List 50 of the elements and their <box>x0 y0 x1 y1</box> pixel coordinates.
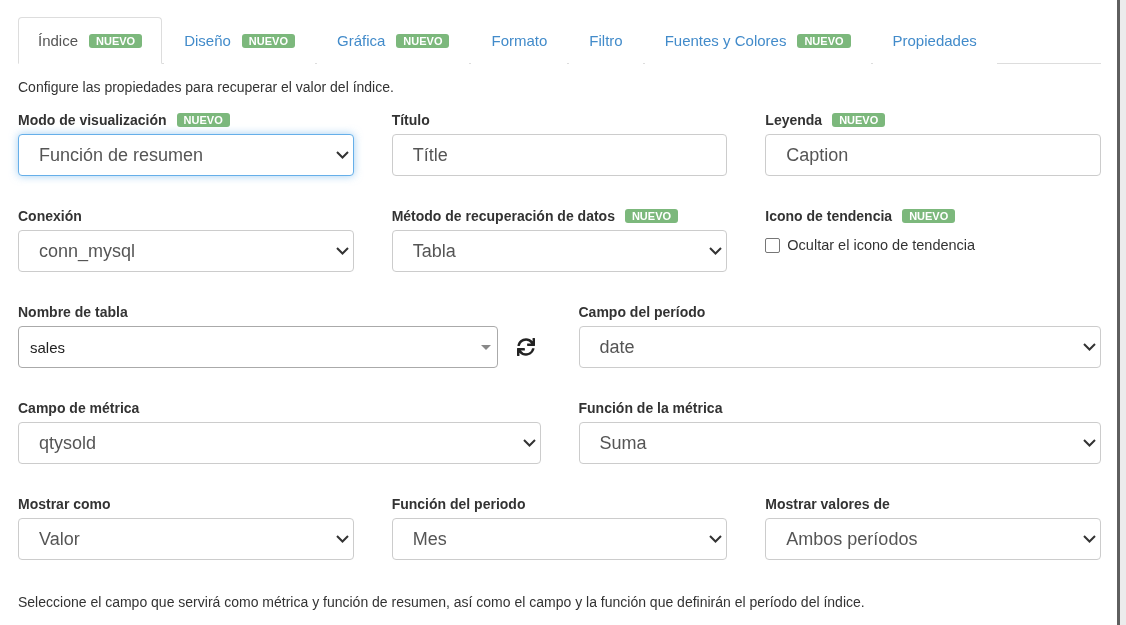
scrollbar[interactable] <box>1117 0 1126 625</box>
badge: NUEVO <box>396 33 450 48</box>
field-label: Campo del período <box>578 304 706 320</box>
field-label: Leyenda <box>765 112 823 128</box>
select-field[interactable]: conn_mysql <box>18 230 354 272</box>
field-label: Modo de visualización <box>18 112 167 128</box>
select-field[interactable]: Tabla <box>391 230 728 272</box>
select-field[interactable]: date <box>578 326 1101 368</box>
chevron-down-icon <box>709 535 723 543</box>
checkbox-label[interactable]: Ocultar el icono de tendencia <box>787 237 976 253</box>
field-label: Mostrar valores de <box>765 496 890 512</box>
select-field[interactable]: qtysold <box>18 422 541 464</box>
field-label: Campo de métrica <box>18 400 140 416</box>
badge: NUEVO <box>797 33 851 48</box>
field-label: Título <box>391 112 430 128</box>
field-label: Función de la métrica <box>578 400 723 416</box>
field-label: Icono de tendencia <box>765 208 893 224</box>
text-field[interactable]: Títle <box>391 134 728 176</box>
badge: NUEVO <box>241 33 295 48</box>
chevron-down-icon <box>522 439 536 447</box>
select-field[interactable]: Función de resumen <box>18 134 354 176</box>
field-label: Método de recuperación de datos <box>391 208 615 224</box>
field-label: Función del periodo <box>391 496 526 512</box>
tab[interactable]: Índice NUEVO <box>18 17 163 64</box>
badge: NUEVO <box>624 209 679 223</box>
badge: NUEVO <box>89 33 143 48</box>
help-text: Seleccione el campo que servirá como métrica y función de resumen, así como el campo y la función que definirán el período del índice. <box>18 593 866 612</box>
chevron-down-icon <box>1083 439 1096 447</box>
chevron-down-icon <box>709 247 723 255</box>
badge: NUEVO <box>832 113 886 127</box>
caret-icon <box>480 344 491 350</box>
intro-text: Configure las propiedades para recuperar el valor del índice. <box>18 78 395 97</box>
select-field[interactable]: Suma <box>578 422 1101 464</box>
text-field[interactable]: Caption <box>765 134 1101 176</box>
select-field[interactable]: Ambos períodos <box>765 518 1101 560</box>
field-label: Mostrar como <box>18 496 111 512</box>
badge: NUEVO <box>902 209 956 223</box>
checkbox[interactable] <box>765 237 781 253</box>
combo-field[interactable]: sales <box>18 326 498 368</box>
select-field[interactable]: Valor <box>18 518 354 560</box>
field-label: Conexión <box>18 208 82 224</box>
field-label: Nombre de tabla <box>18 304 128 320</box>
select-field[interactable]: Mes <box>391 518 728 560</box>
refresh-icon[interactable] <box>516 338 535 356</box>
chevron-down-icon <box>335 151 349 159</box>
badge: NUEVO <box>176 113 230 127</box>
chevron-down-icon <box>335 535 349 543</box>
chevron-down-icon <box>1083 535 1096 543</box>
chevron-down-icon <box>1083 343 1096 351</box>
chevron-down-icon <box>335 247 349 255</box>
